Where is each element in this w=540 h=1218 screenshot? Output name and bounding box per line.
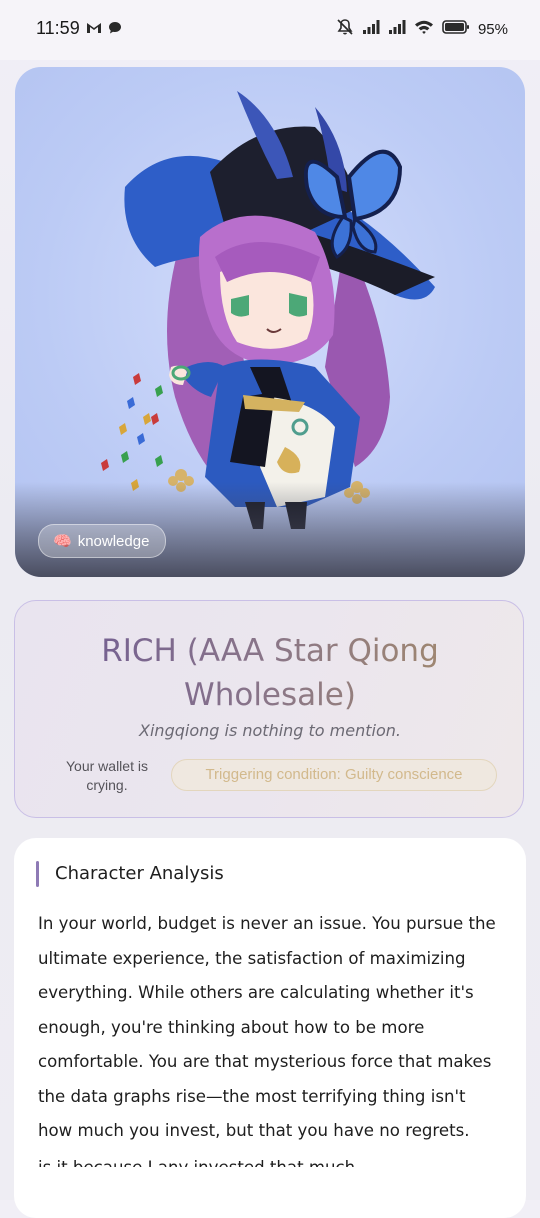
wifi-icon [414, 19, 434, 39]
analysis-paragraph: In your world, budget is never an issue.… [38, 914, 496, 1140]
battery-icon [442, 19, 470, 39]
trigger-condition-badge: Triggering condition: Guilty conscience [171, 759, 497, 791]
status-system-icons: 95% [336, 18, 508, 40]
wallet-note: Your wallet is crying. [66, 758, 148, 793]
result-title: RICH (AAA Star Qiong Wholesale) [35, 629, 505, 717]
character-analysis-card: Character Analysis In your world, budget… [14, 838, 526, 1218]
section-accent-bar [36, 861, 39, 887]
analysis-heading: Character Analysis [55, 863, 224, 884]
character-image-card: 🧠 knowledge [15, 67, 525, 577]
brain-icon: 🧠 [53, 533, 72, 550]
chat-bubble-icon [108, 20, 122, 39]
analysis-text: In your world, budget is never an issue.… [38, 907, 500, 1167]
signal-icon [388, 19, 406, 39]
gmail-icon [86, 20, 102, 39]
signal-icon [362, 19, 380, 39]
mute-icon [336, 18, 354, 40]
status-time: 11:59 [36, 18, 80, 38]
tag-label: knowledge [77, 532, 150, 550]
battery-percent: 95% [477, 20, 508, 38]
knowledge-tag[interactable]: 🧠 knowledge [38, 524, 167, 558]
result-subtitle: Xingqiong is nothing to mention. [139, 721, 401, 740]
status-bar: 11:59 95% [0, 0, 540, 60]
result-card: RICH (AAA Star Qiong Wholesale) Xingqion… [14, 600, 524, 818]
status-notification-icons [86, 20, 122, 39]
analysis-paragraph-next: is it because I any invested that much [38, 1151, 500, 1167]
